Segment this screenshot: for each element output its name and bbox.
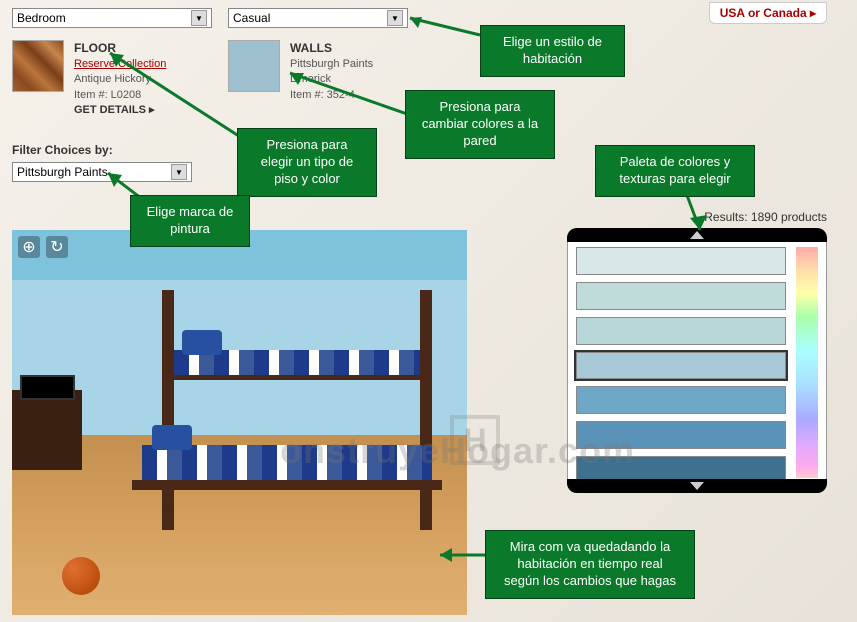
color-swatch[interactable] (576, 386, 786, 414)
floor-swatch[interactable] (12, 40, 64, 92)
color-swatch[interactable] (576, 282, 786, 310)
color-palette (567, 228, 827, 493)
floor-item: Item #: L0208 (74, 88, 166, 103)
chevron-down-icon: ▼ (171, 164, 187, 180)
annotation-floor: Presiona para elegir un tipo de piso y c… (237, 128, 377, 197)
results-count: Results: 1890 products (704, 210, 827, 224)
color-swatch[interactable] (576, 352, 786, 380)
style-dropdown[interactable]: Casual ▼ (228, 8, 408, 28)
refresh-icon[interactable]: ↻ (46, 236, 68, 258)
brand-dropdown-value: Pittsburgh Paints (17, 165, 108, 179)
walls-brand: Pittsburgh Paints (290, 57, 373, 72)
tv-stand (12, 390, 82, 470)
basketball (62, 557, 100, 595)
walls-card: WALLS Pittsburgh Paints Limerick Item #:… (228, 40, 373, 103)
arrow-icon (400, 10, 490, 40)
room-viewer: ⊕ ↻ (12, 230, 467, 615)
zoom-in-icon[interactable]: ⊕ (18, 236, 40, 258)
room-scene (12, 230, 467, 615)
color-swatch[interactable] (576, 317, 786, 345)
palette-swatches (576, 247, 786, 484)
brand-dropdown[interactable]: Pittsburgh Paints ▼ (12, 162, 192, 182)
zoom-controls: ⊕ ↻ (18, 236, 68, 258)
chevron-down-icon: ▼ (387, 10, 403, 26)
palette-scroll-up[interactable] (567, 228, 827, 242)
floor-name: Antique Hickory (74, 72, 166, 87)
color-swatch[interactable] (576, 247, 786, 275)
hue-slider[interactable] (796, 247, 818, 478)
triangle-down-icon (690, 482, 704, 490)
walls-item: Item #: 352-4 (290, 88, 373, 103)
tv (20, 375, 75, 400)
annotation-brand: Elige marca de pintura (130, 195, 250, 247)
floor-title: FLOOR (74, 40, 166, 57)
annotation-walls: Presiona para cambiar colores a la pared (405, 90, 555, 159)
floor-info: FLOOR Reserve Collection Antique Hickory… (74, 40, 166, 118)
annotation-style: Elige un estilo de habitación (480, 25, 625, 77)
get-details-link[interactable]: GET DETAILS ▸ (74, 103, 166, 118)
walls-info: WALLS Pittsburgh Paints Limerick Item #:… (290, 40, 373, 103)
chevron-down-icon: ▼ (191, 10, 207, 26)
palette-scroll-down[interactable] (567, 479, 827, 493)
walls-name: Limerick (290, 72, 373, 87)
color-swatch[interactable] (576, 421, 786, 449)
walls-swatch[interactable] (228, 40, 280, 92)
floor-collection-link[interactable]: Reserve Collection (74, 57, 166, 72)
country-link[interactable]: USA or Canada ▸ (709, 2, 827, 24)
style-dropdown-value: Casual (233, 11, 270, 25)
room-dropdown[interactable]: Bedroom ▼ (12, 8, 212, 28)
annotation-viewer: Mira com va quedadando la habitación en … (485, 530, 695, 599)
room-dropdown-value: Bedroom (17, 11, 66, 25)
floor-card: FLOOR Reserve Collection Antique Hickory… (12, 40, 166, 118)
filter-label: Filter Choices by: (12, 143, 113, 157)
bunk-bed (132, 290, 442, 530)
walls-title: WALLS (290, 40, 373, 57)
triangle-up-icon (690, 231, 704, 239)
annotation-palette: Paleta de colores y texturas para elegir (595, 145, 755, 197)
